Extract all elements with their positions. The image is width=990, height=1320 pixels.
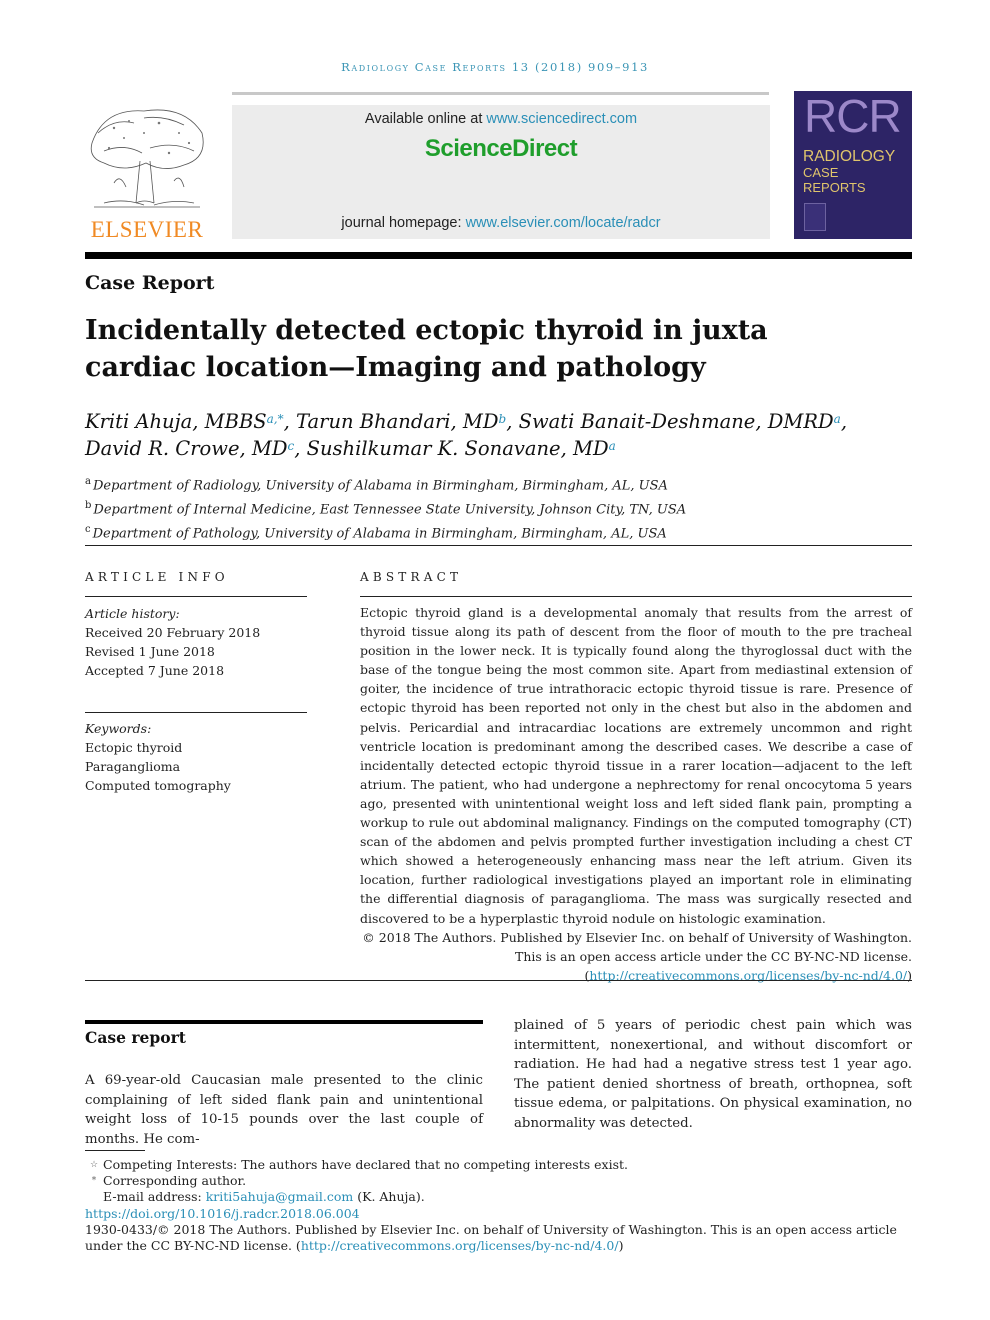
affiliation: a Department of Radiology, University of … — [85, 476, 668, 494]
section-heading: Case report — [85, 1028, 186, 1047]
divider — [360, 596, 912, 597]
affiliations: a Department of Radiology, University of … — [85, 472, 686, 543]
journal-acronym: RCR — [804, 91, 902, 142]
keyword[interactable]: Paraganglioma — [85, 757, 307, 776]
article-info-heading: ARTICLE INFO — [85, 570, 229, 584]
abstract-text: Ectopic thyroid gland is a developmental… — [360, 605, 912, 926]
article-type: Case Report — [85, 272, 215, 294]
elsevier-wordmark: ELSEVIER — [90, 217, 204, 242]
history-received: Received 20 February 2018 — [85, 625, 261, 640]
author[interactable]: Swati Banait-Deshmane, DMRDa — [519, 410, 841, 433]
affiliation: c Department of Pathology, University of … — [85, 523, 667, 541]
header-rule — [232, 92, 769, 95]
divider — [85, 596, 307, 597]
available-online: Available online at www.sciencedirect.co… — [364, 111, 638, 127]
email-link[interactable]: kriti5ahuja@gmail.com — [206, 1189, 354, 1204]
abstract-license: This is an open access article under the… — [514, 948, 912, 964]
keyword[interactable]: Ectopic thyroid — [85, 738, 307, 757]
star-icon: ☆ — [89, 1160, 99, 1170]
history-revised: Revised 1 June 2018 — [85, 644, 215, 659]
sciencedirect-banner: Available online at www.sciencedirect.co… — [232, 105, 770, 239]
divider — [85, 545, 912, 546]
journal-title-rest: CASE REPORTS — [803, 165, 866, 195]
elsevier-tree-icon — [90, 109, 204, 208]
journal-title-line1: RADIOLOGY — [803, 148, 896, 165]
abstract-copyright: © 2018 The Authors. Published by Elsevie… — [362, 929, 912, 945]
sciencedirect-brand[interactable]: ScienceDirect — [232, 135, 770, 163]
body-left-column: A 69-year-old Caucasian male presented t… — [85, 1073, 483, 1147]
sciencedirect-link[interactable]: www.sciencedirect.com — [486, 111, 637, 127]
keywords: Keywords: Ectopic thyroid Paraganglioma … — [85, 719, 307, 795]
footnote-competing: ☆ Competing Interests: The authors have d… — [85, 1157, 913, 1173]
abstract-heading: ABSTRACT — [360, 570, 463, 584]
history-accepted: Accepted 7 June 2018 — [85, 663, 225, 678]
doi-link[interactable]: https://doi.org/10.1016/j.radcr.2018.06.… — [85, 1206, 360, 1221]
asterisk-icon: * — [91, 1176, 97, 1187]
divider — [85, 712, 307, 713]
author[interactable]: Sushilkumar K. Sonavane, MDa — [307, 437, 616, 460]
affiliation: b Department of Internal Medicine, East T… — [85, 499, 687, 518]
body-right-column: plained of 5 years of periodic chest pai… — [514, 1018, 912, 1131]
article-title: Incidentally detected ectopic thyroid in… — [85, 315, 768, 383]
keyword[interactable]: Computed tomography — [85, 776, 307, 795]
section-rule — [85, 1020, 483, 1024]
elsevier-mini-icon — [804, 203, 826, 231]
footnote-rule — [85, 1150, 145, 1151]
license-statement: 1930-0433/© 2018 The Authors. Published … — [85, 1221, 897, 1254]
article-history: Article history: Received 20 February 20… — [85, 604, 307, 680]
running-head: Radiology Case Reports 13 (2018) 909–913 — [341, 60, 649, 74]
author[interactable]: Kriti Ahuja, MBBSa,* — [85, 410, 284, 433]
elsevier-logo[interactable]: ELSEVIER — [84, 103, 210, 243]
journal-cover[interactable]: RCR RADIOLOGY CASE REPORTS — [794, 91, 912, 239]
footnote-email: E-mail address: kriti5ahuja@gmail.com (K… — [103, 1189, 425, 1205]
abstract: Ectopic thyroid gland is a developmental… — [360, 605, 912, 983]
title-rule — [85, 252, 912, 259]
footnotes: ☆ Competing Interests: The authors have d… — [85, 1157, 913, 1254]
journal-homepage: journal homepage: www.elsevier.com/locat… — [341, 215, 661, 231]
journal-homepage-link[interactable]: www.elsevier.com/locate/radcr — [466, 215, 661, 231]
divider — [85, 980, 912, 981]
license-link[interactable]: http://creativecommons.org/licenses/by-n… — [301, 1238, 619, 1253]
footnote-corresponding: * Corresponding author. — [85, 1173, 913, 1189]
author-list: Kriti Ahuja, MBBSa,*, Tarun Bhandari, MD… — [85, 410, 848, 460]
author[interactable]: David R. Crowe, MDc — [85, 437, 294, 460]
author[interactable]: Tarun Bhandari, MDb — [296, 410, 506, 433]
